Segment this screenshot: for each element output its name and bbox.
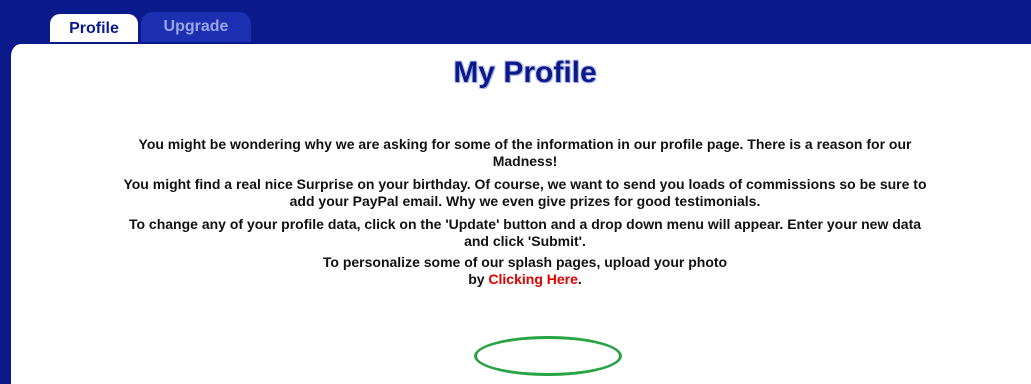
tab-upgrade[interactable]: Upgrade	[141, 12, 251, 42]
intro-line-1: You might be wondering why we are asking…	[138, 136, 912, 152]
intro-paragraph: You might be wondering why we are asking…	[0, 136, 1031, 170]
photo-by-text: by	[468, 271, 489, 287]
birthday-line-2: add your PayPal email. Why we even give …	[289, 193, 761, 209]
tab-profile[interactable]: Profile	[48, 12, 140, 42]
photo-paragraph: To personalize some of our splash pages,…	[0, 254, 1031, 288]
highlight-ellipse	[474, 336, 622, 376]
birthday-line-1: You might find a real nice Surprise on y…	[123, 176, 927, 192]
photo-line-2: by Clicking Here.	[0, 271, 1031, 288]
tab-bar: Profile Upgrade	[0, 0, 1031, 44]
photo-line-1: To personalize some of our splash pages,…	[322, 254, 728, 270]
update-paragraph: To change any of your profile data, clic…	[0, 216, 1031, 250]
profile-panel	[9, 44, 1031, 384]
birthday-paragraph: You might find a real nice Surprise on y…	[0, 176, 1031, 210]
page-title: My Profile	[453, 56, 597, 89]
intro-line-2: Madness!	[492, 153, 558, 169]
clicking-here-link[interactable]: Clicking Here	[488, 271, 577, 287]
update-line-1: To change any of your profile data, clic…	[128, 216, 922, 232]
photo-period: .	[577, 271, 582, 287]
update-line-2: and click 'Submit'.	[464, 233, 586, 249]
